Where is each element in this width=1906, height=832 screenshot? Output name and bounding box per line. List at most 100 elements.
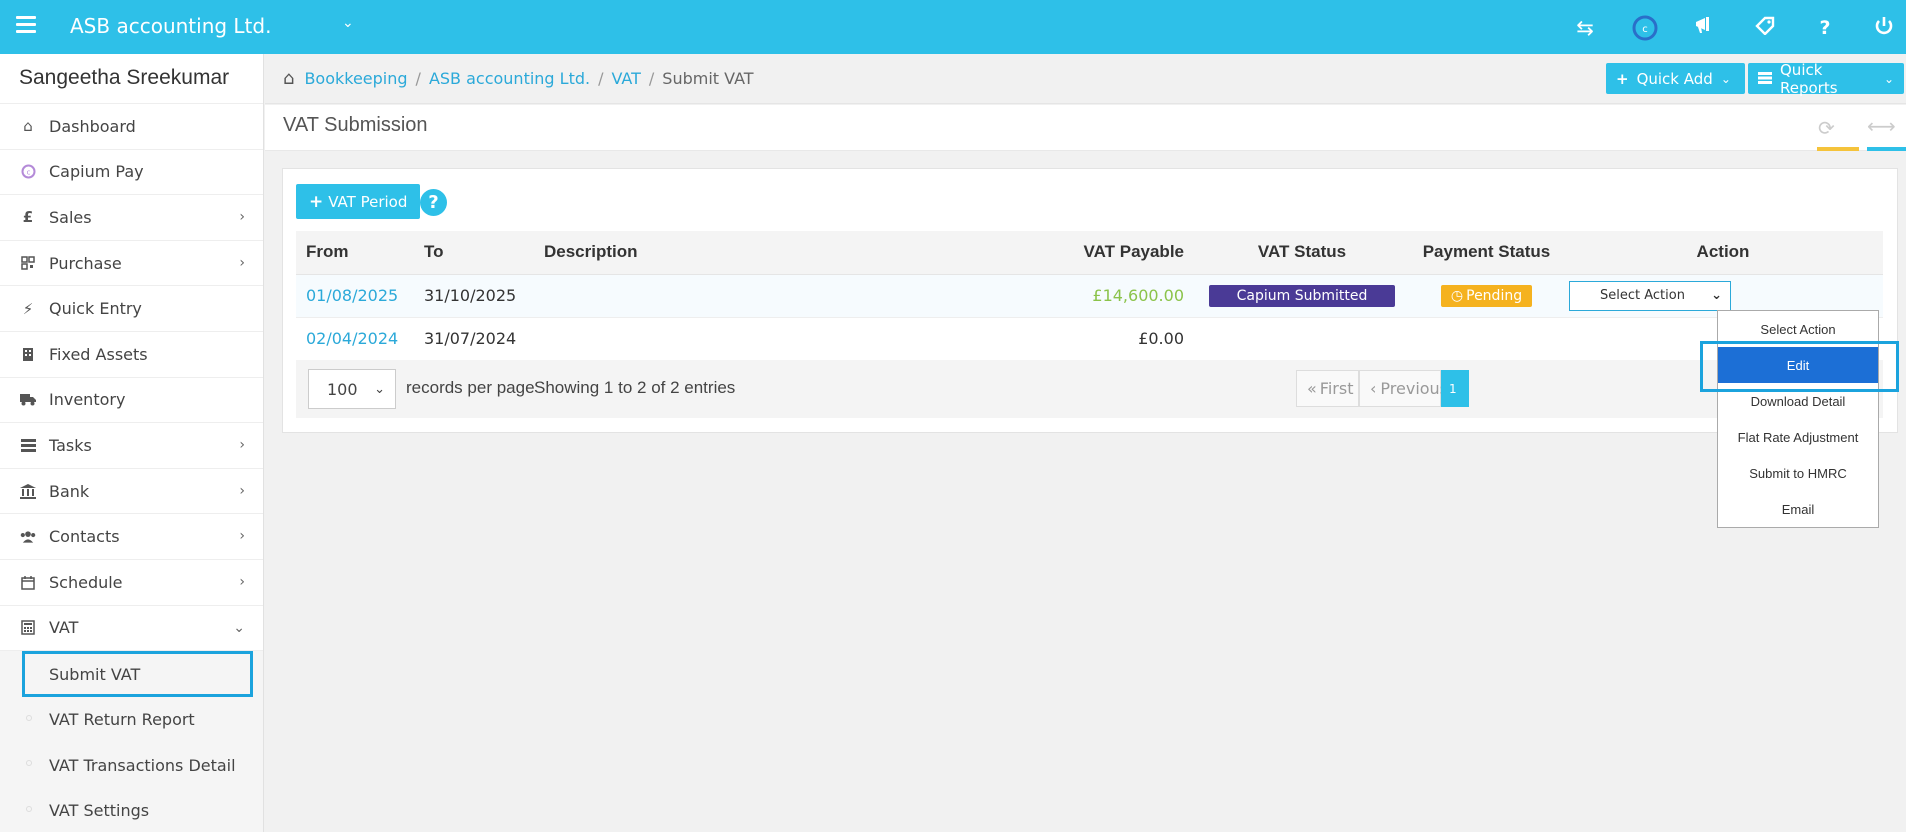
submenu-label: Submit VAT [49, 664, 141, 684]
option-submit-to-hmrc[interactable]: Submit to HMRC [1718, 455, 1878, 491]
payment-status-cell: ◷ Pending [1410, 274, 1563, 318]
company-dropdown-chevron-icon[interactable]: ⌄ [342, 15, 354, 31]
submenu-submit-vat[interactable]: Submit VAT [22, 651, 253, 698]
table-footer: 100 ⌄ records per page Showing 1 to 2 of… [296, 360, 1883, 418]
power-icon[interactable] [1871, 15, 1897, 41]
from-date-link[interactable]: 01/08/2025 [296, 274, 414, 318]
transfer-icon[interactable]: ⇆ [1572, 15, 1598, 41]
sidebar-item-contacts[interactable]: Contacts › [0, 514, 263, 560]
sidebar-item-inventory[interactable]: Inventory [0, 378, 263, 424]
home-icon: ⌂ [23, 117, 33, 136]
sidebar-item-purchase[interactable]: Purchase › [0, 241, 263, 287]
refresh-icon[interactable]: ⟳ [1818, 116, 1835, 140]
quick-reports-button[interactable]: Quick Reports ⌄ [1748, 60, 1904, 97]
sidebar-item-label: VAT [49, 618, 79, 638]
sidebar-item-label: Dashboard [49, 116, 136, 136]
submenu-vat-settings[interactable]: VAT Settings [0, 788, 263, 832]
action-select[interactable]: Select Action ⌄ [1569, 280, 1731, 311]
chevron-down-icon: ⌄ [374, 381, 385, 397]
sidebar-item-label: Tasks [49, 435, 92, 455]
breadcrumb-separator: / [415, 69, 421, 88]
sidebar-item-vat[interactable]: VAT ⌄ [0, 606, 263, 652]
pound-icon: £ [22, 208, 34, 227]
expand-icon[interactable]: ⟷ [1867, 114, 1896, 138]
column-header-from[interactable]: From [296, 231, 414, 275]
user-name: Sangeetha Sreekumar [0, 54, 263, 104]
chevron-right-icon: › [239, 437, 245, 454]
chevron-down-icon: ⌄ [1883, 71, 1894, 86]
capium-logo-icon[interactable]: c [1632, 15, 1658, 41]
sidebar-item-sales[interactable]: £ Sales › [0, 195, 263, 241]
column-header-payment-status[interactable]: Payment Status [1410, 231, 1563, 275]
calculator-icon [20, 620, 36, 636]
submenu-label: VAT Settings [49, 800, 150, 820]
description [534, 317, 1064, 361]
add-vat-period-button[interactable]: + VAT Period [296, 184, 421, 219]
calendar-icon [20, 574, 36, 590]
double-chevron-left-icon: « [1307, 379, 1317, 398]
to-date: 31/07/2024 [414, 317, 534, 361]
hamburger-menu-icon[interactable] [16, 16, 36, 34]
entries-info: Showing 1 to 2 of 2 entries [534, 378, 736, 397]
submenu-vat-transactions-detail[interactable]: VAT Transactions Detail [0, 742, 263, 787]
submenu-label: VAT Return Report [49, 710, 195, 730]
option-email[interactable]: Email [1718, 491, 1878, 527]
option-flat-rate-adjustment[interactable]: Flat Rate Adjustment [1718, 419, 1878, 455]
vat-submission-panel: + VAT Period ? From To Description VAT P… [282, 168, 1898, 433]
submenu-vat-return-report[interactable]: VAT Return Report [0, 697, 263, 742]
pagination-first[interactable]: «First [1296, 370, 1359, 407]
payment-status-cell [1410, 317, 1563, 361]
breadcrumb-vat[interactable]: VAT [612, 69, 641, 88]
vat-status-cell [1194, 317, 1410, 361]
quick-reports-label: Quick Reports [1780, 60, 1838, 97]
help-icon[interactable]: ? [1812, 15, 1838, 41]
megaphone-icon[interactable] [1692, 15, 1718, 41]
column-header-vat-status[interactable]: VAT Status [1194, 231, 1410, 275]
tasks-icon [20, 437, 36, 453]
column-header-to[interactable]: To [414, 231, 534, 275]
quick-add-button[interactable]: + Quick Add ⌄ [1606, 63, 1745, 94]
vat-period-label: VAT Period [328, 192, 408, 211]
home-icon[interactable]: ⌂ [283, 68, 294, 89]
table-row: 02/04/2024 31/07/2024 £0.00 [296, 317, 1883, 361]
sidebar-item-dashboard[interactable]: ⌂ Dashboard [0, 104, 263, 150]
pagination-page-1[interactable]: 1 [1441, 370, 1469, 407]
sidebar-item-fixed-assets[interactable]: Fixed Assets [0, 332, 263, 378]
from-date-link[interactable]: 02/04/2024 [296, 317, 414, 361]
sidebar-item-label: Bank [49, 481, 90, 501]
plus-icon: + [309, 191, 324, 212]
vat-status-cell: Capium Submitted [1194, 274, 1410, 318]
breadcrumb: ⌂ Bookkeeping / ASB accounting Ltd. / VA… [283, 68, 754, 89]
submenu-label: VAT Transactions Detail [49, 755, 236, 775]
breadcrumb-separator: / [598, 69, 604, 88]
pagination-previous[interactable]: ‹ Previous [1359, 370, 1448, 407]
first-label: First [1319, 379, 1354, 398]
sidebar-item-bank[interactable]: Bank › [0, 469, 263, 515]
chevron-right-icon: › [239, 573, 245, 590]
records-per-page-label: records per page [406, 378, 535, 397]
pending-label: Pending [1466, 287, 1523, 304]
chevron-right-icon: › [239, 482, 245, 499]
chevron-down-icon: ⌄ [1711, 288, 1722, 303]
records-per-page-value: 100 [327, 379, 358, 399]
question-circle-icon[interactable]: ? [420, 189, 447, 216]
building-icon [20, 346, 36, 362]
tag-icon[interactable] [1752, 15, 1778, 41]
action-select-value: Select Action [1600, 288, 1685, 303]
vat-periods-table: From To Description VAT Payable VAT Stat… [296, 231, 1883, 361]
sidebar-item-label: Capium Pay [49, 162, 144, 182]
breadcrumb-bookkeeping[interactable]: Bookkeeping [304, 69, 407, 88]
sidebar-item-capium-pay[interactable]: c Capium Pay [0, 150, 263, 196]
sidebar-item-label: Inventory [49, 390, 126, 410]
sidebar-item-schedule[interactable]: Schedule › [0, 560, 263, 606]
column-header-vat-payable[interactable]: VAT Payable [1064, 231, 1194, 275]
records-per-page-select[interactable]: 100 ⌄ [308, 369, 396, 409]
company-name[interactable]: ASB accounting Ltd. [70, 14, 271, 38]
sidebar-item-tasks[interactable]: Tasks › [0, 423, 263, 469]
sidebar-item-quick-entry[interactable]: ⚡︎ Quick Entry [0, 286, 263, 332]
column-header-description[interactable]: Description [534, 231, 1064, 275]
clock-icon: ◷ [1450, 287, 1464, 304]
sidebar-item-label: Purchase [49, 253, 122, 273]
breadcrumb-company[interactable]: ASB accounting Ltd. [429, 69, 590, 88]
bullet-icon [26, 715, 32, 722]
